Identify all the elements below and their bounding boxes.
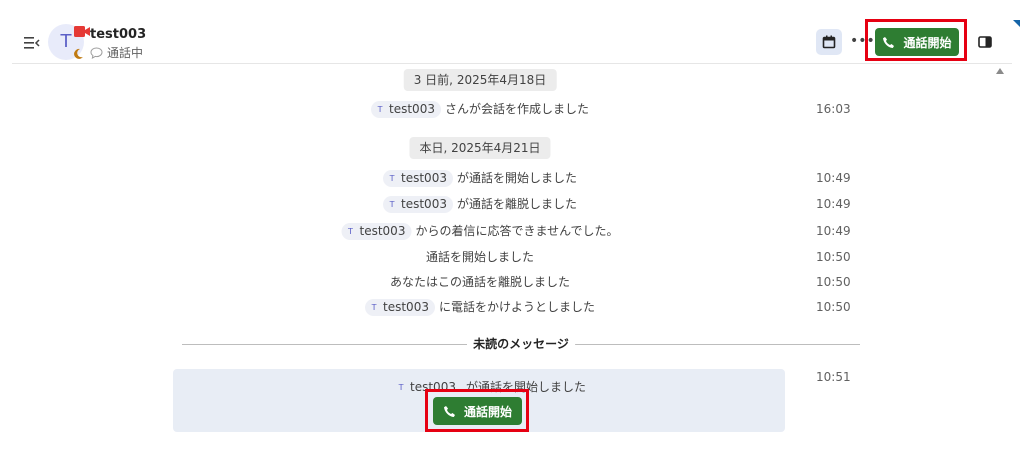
event-content: T test003 からの着信に応答できませんでした。 — [341, 221, 619, 241]
event-text: からの着信に応答できませんでした。 — [415, 224, 619, 238]
mention-avatar: T — [398, 382, 404, 392]
system-event-row: T test003 に電話をかけようとしました 10:50 — [180, 297, 860, 317]
divider-line — [182, 344, 468, 345]
event-time: 10:49 — [816, 197, 851, 211]
system-event-row: T test003 からの着信に応答できませんでした。 10:49 — [180, 221, 860, 241]
phone-icon — [883, 36, 895, 48]
join-call-button[interactable]: 通話開始 — [433, 397, 522, 425]
scroll-up-arrow-icon[interactable] — [996, 68, 1004, 74]
system-event-row: 通話を開始しました 10:50 — [180, 247, 860, 267]
event-text: あなたはこの通話を離脱しました — [389, 275, 571, 289]
event-content: T test003 に電話をかけようとしました — [365, 297, 595, 317]
mention-avatar: T — [377, 104, 383, 114]
calendar-icon — [822, 35, 836, 49]
contact-name: test003 — [90, 27, 147, 42]
side-panel-icon[interactable] — [978, 36, 992, 48]
user-mention[interactable]: T test003 — [383, 195, 453, 213]
away-moon-icon — [74, 48, 83, 59]
system-event-row: T test003 が通話を離脱しました 10:49 — [180, 194, 860, 214]
event-content: T test003 さんが会話を作成しました — [371, 99, 589, 119]
event-content: T test003 が通話を離脱しました — [383, 194, 577, 214]
mention-avatar: T — [389, 173, 395, 183]
phone-icon — [443, 405, 455, 417]
join-call-label: 通話開始 — [463, 404, 512, 419]
user-mention[interactable]: T test003 — [341, 222, 412, 240]
event-time: 10:49 — [816, 224, 851, 238]
event-text: さんが会話を作成しました — [444, 102, 589, 116]
event-time: 16:03 — [816, 102, 851, 116]
divider-line — [574, 344, 860, 345]
chat-header: T test003 通話中 ••• 通話開始 — [12, 0, 1020, 64]
system-event-row: T test003 が通話を開始しました 10:49 — [180, 168, 860, 188]
mention-name: test003 — [401, 196, 447, 211]
event-text: 通話を開始しました — [425, 250, 535, 264]
mention-name: test003 — [383, 299, 429, 314]
schedule-meeting-button[interactable] — [816, 29, 842, 55]
video-camera-icon — [74, 26, 90, 37]
event-text: に電話をかけようとしました — [438, 300, 595, 314]
event-text: が通話を離脱しました — [456, 197, 577, 211]
presence-status: 通話中 — [90, 44, 143, 61]
mention-avatar: T — [389, 199, 395, 209]
mention-avatar: T — [371, 302, 377, 312]
event-content: あなたはこの通話を離脱しました — [390, 272, 570, 292]
mention-name: test003 — [389, 101, 435, 116]
user-mention[interactable]: T test003 — [371, 100, 441, 118]
date-separator: 本日, 2025年4月21日 — [409, 137, 551, 159]
chat-window: T test003 通話中 ••• 通話開始 3 日前, 2025年4月18日 … — [0, 0, 1024, 468]
start-call-button[interactable]: 通話開始 — [875, 28, 959, 56]
user-mention[interactable]: T test003 — [365, 298, 435, 316]
event-time: 10:49 — [816, 171, 851, 185]
event-content: 通話を開始しました — [426, 247, 534, 267]
unread-label: 未読のメッセージ — [467, 336, 575, 352]
unread-messages-divider: 未読のメッセージ — [182, 336, 860, 352]
event-time: 10:50 — [816, 275, 851, 289]
system-event-row: T test003 さんが会話を作成しました 16:03 — [180, 99, 860, 119]
event-content: T test003 が通話を開始しました — [383, 168, 577, 188]
corner-indicator — [1013, 20, 1020, 27]
event-time: 10:50 — [816, 300, 851, 314]
collapse-sidebar-icon[interactable] — [24, 36, 40, 50]
event-time: 10:50 — [816, 250, 851, 264]
chat-bubble-icon — [90, 46, 103, 59]
event-time: 10:51 — [816, 370, 851, 384]
start-call-label: 通話開始 — [903, 35, 952, 50]
status-text: 通話中 — [107, 46, 144, 60]
mention-avatar: T — [348, 226, 353, 236]
mention-name: test003 — [401, 170, 447, 185]
event-text: が通話を開始しました — [456, 171, 577, 185]
date-separator: 3 日前, 2025年4月18日 — [403, 69, 557, 91]
system-event-row: あなたはこの通話を離脱しました 10:50 — [180, 272, 860, 292]
user-mention[interactable]: T test003 — [383, 169, 453, 187]
mention-name: test003 — [359, 223, 406, 238]
